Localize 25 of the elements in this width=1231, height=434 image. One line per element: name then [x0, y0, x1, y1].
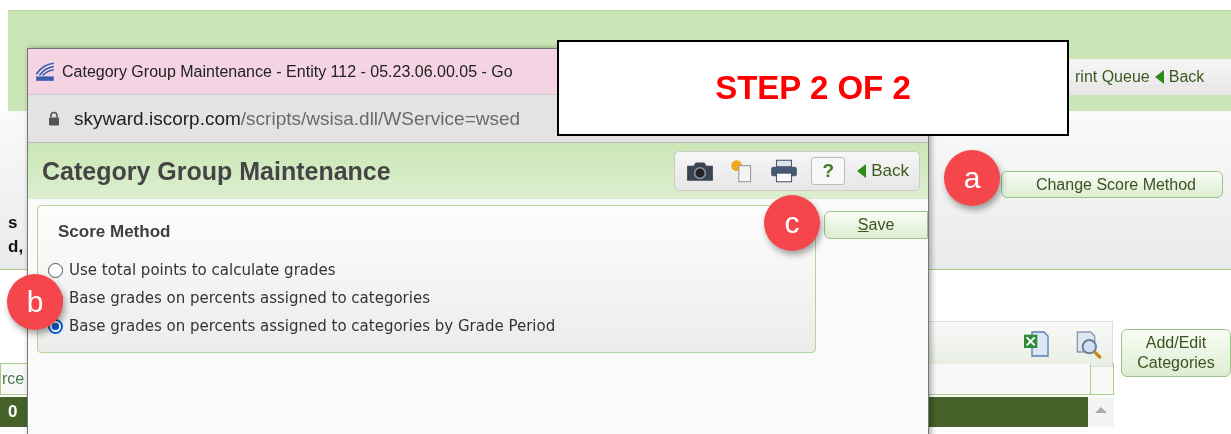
url-text: skyward.iscorp.com/scripts/wsisa.dll/WService=wsed [74, 107, 521, 130]
change-score-method-button[interactable]: Change Score Method [1001, 171, 1223, 198]
lock-icon [48, 111, 60, 126]
printer-icon[interactable] [769, 159, 800, 183]
option-label: Base grades on percents assigned to categories by Grade Period [69, 317, 556, 335]
add-edit-categories-button[interactable]: Add/Edit Categories [1121, 329, 1231, 377]
step-banner: STEP 2 OF 2 [557, 40, 1069, 136]
callout-marker: b [7, 274, 63, 330]
sky-logo-icon [34, 60, 56, 83]
partial-text: d, [8, 237, 24, 257]
option-label: Base grades on percents assigned to categories [69, 289, 430, 307]
toolbar-link[interactable]: rint Queue [1075, 68, 1150, 86]
toolbar-link[interactable]: Back [1168, 68, 1205, 86]
window-title: Category Group Maintenance - Entity 112 - 05.23.06.00.05 - Go [62, 62, 513, 81]
back-arrow-icon [1154, 70, 1164, 84]
camera-icon[interactable] [685, 159, 716, 183]
section-title: Score Method [58, 222, 171, 242]
help-button[interactable]: ? [811, 157, 846, 185]
partial-text: s [8, 213, 19, 233]
page-heading: Category Group Maintenance [42, 156, 391, 186]
back-arrow-icon [857, 164, 867, 178]
radio-button[interactable] [48, 262, 63, 278]
option-label: Use total points to calculate grades [69, 261, 336, 279]
save-button[interactable]: Save [824, 211, 928, 239]
back-link[interactable]: Back [871, 161, 909, 181]
